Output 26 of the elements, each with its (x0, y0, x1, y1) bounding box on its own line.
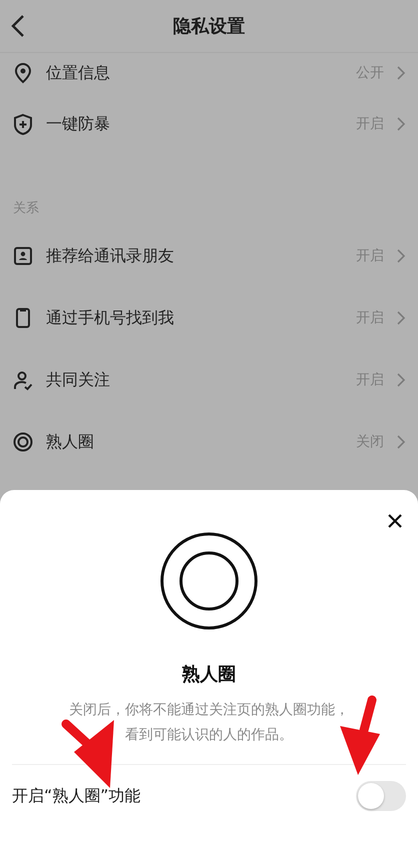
sheet-description: 关闭后，你将不能通过关注页的熟人圈功能，看到可能认识的人的作品。 (68, 701, 350, 745)
setting-label[interactable]: 通过手机号找到我 (46, 308, 344, 328)
setting-label[interactable]: 推荐给通讯录朋友 (46, 246, 344, 266)
toggle-label: 开启“熟人圈”功能 (12, 786, 141, 806)
back-icon[interactable] (10, 14, 26, 38)
contact-icon (12, 245, 34, 267)
chevron-icon (396, 249, 406, 263)
sheet-title: 熟人圈 (182, 663, 236, 686)
ring-icon (12, 431, 34, 453)
chevron-icon (396, 117, 406, 131)
chevron-icon (396, 373, 406, 387)
setting-label[interactable]: 位置信息 (46, 62, 344, 84)
setting-label[interactable]: 一键防暴 (46, 114, 344, 134)
chevron-icon (396, 66, 406, 80)
setting-label[interactable]: 熟人圈 (46, 432, 344, 452)
page-title: 隐私设置 (173, 15, 245, 38)
people-icon (12, 369, 34, 391)
shield-icon (12, 113, 34, 135)
ring-icon (160, 532, 258, 630)
toggle-switch[interactable] (356, 781, 406, 811)
chevron-icon (396, 311, 406, 325)
annotation-arrow (62, 720, 114, 788)
close-icon[interactable] (388, 514, 402, 528)
chevron-icon (396, 435, 406, 449)
location-icon (12, 62, 34, 84)
setting-label[interactable]: 共同关注 (46, 370, 344, 390)
